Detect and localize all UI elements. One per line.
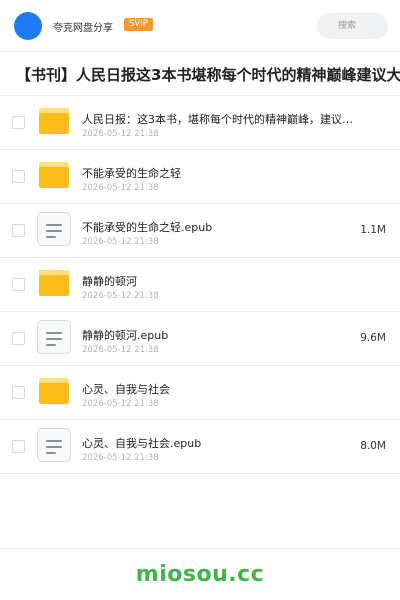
item-checkbox[interactable] bbox=[12, 170, 25, 183]
list-item[interactable]: 静静的顿河 2026-05-12 21:38 bbox=[0, 258, 400, 312]
item-date: 2026-05-12 21:38 bbox=[82, 237, 159, 247]
item-date: 2026-05-12 21:38 bbox=[82, 453, 159, 463]
folder-icon bbox=[39, 378, 69, 404]
item-checkbox[interactable] bbox=[12, 278, 25, 291]
item-size: 9.6M bbox=[360, 332, 386, 344]
item-name[interactable]: 心灵、自我与社会.epub bbox=[82, 435, 352, 451]
search-input[interactable]: 搜索 bbox=[317, 13, 388, 39]
item-checkbox[interactable] bbox=[12, 440, 25, 453]
item-date: 2026-05-12 21:38 bbox=[82, 129, 159, 139]
folder-icon bbox=[39, 162, 69, 188]
header-bar: 夸克网盘分享 SVIP 搜索 bbox=[0, 0, 400, 52]
list-item[interactable]: 人民日报：这3本书，堪称每个时代的精神巅峰，建议大家收藏 2026-05-12 … bbox=[0, 96, 400, 150]
list-item[interactable]: 静静的顿河.epub 2026-05-12 21:38 9.6M bbox=[0, 312, 400, 366]
list-item[interactable]: 不能承受的生命之轻.epub 2026-05-12 21:38 1.1M bbox=[0, 204, 400, 258]
user-name[interactable]: 夸克网盘分享 bbox=[53, 19, 113, 34]
file-list: 人民日报：这3本书，堪称每个时代的精神巅峰，建议大家收藏 2026-05-12 … bbox=[0, 96, 400, 474]
list-item[interactable]: 心灵、自我与社会 2026-05-12 21:38 bbox=[0, 366, 400, 420]
item-checkbox[interactable] bbox=[12, 224, 25, 237]
item-checkbox[interactable] bbox=[12, 386, 25, 399]
item-name[interactable]: 静静的顿河 bbox=[82, 273, 352, 289]
folder-icon bbox=[39, 270, 69, 296]
item-date: 2026-05-12 21:38 bbox=[82, 291, 159, 301]
search-placeholder: 搜索 bbox=[337, 21, 356, 31]
item-name[interactable]: 心灵、自我与社会 bbox=[82, 381, 352, 397]
svip-badge: SVIP bbox=[124, 18, 153, 31]
item-date: 2026-05-12 21:38 bbox=[82, 183, 159, 193]
item-date: 2026-05-12 21:38 bbox=[82, 399, 159, 409]
item-checkbox[interactable] bbox=[12, 332, 25, 345]
list-item[interactable]: 心灵、自我与社会.epub 2026-05-12 21:38 8.0M bbox=[0, 420, 400, 474]
document-icon bbox=[37, 320, 71, 354]
list-item[interactable]: 不能承受的生命之轻 2026-05-12 21:38 bbox=[0, 150, 400, 204]
item-name[interactable]: 不能承受的生命之轻.epub bbox=[82, 219, 352, 235]
item-name[interactable]: 不能承受的生命之轻 bbox=[82, 165, 352, 181]
item-checkbox[interactable] bbox=[12, 116, 25, 129]
item-name[interactable]: 人民日报：这3本书，堪称每个时代的精神巅峰，建议大家收藏 bbox=[82, 111, 362, 127]
page-title: 【书刊】人民日报这3本书堪称每个时代的精神巅峰建议大家 bbox=[16, 66, 400, 84]
divider bbox=[0, 548, 400, 549]
item-date: 2026-05-12 21:38 bbox=[82, 345, 159, 355]
item-size: 1.1M bbox=[360, 224, 386, 236]
document-icon bbox=[37, 428, 71, 462]
avatar[interactable] bbox=[14, 12, 42, 40]
folder-icon bbox=[39, 108, 69, 134]
watermark: miosou.cc bbox=[135, 562, 265, 587]
document-icon bbox=[37, 212, 71, 246]
item-name[interactable]: 静静的顿河.epub bbox=[82, 327, 352, 343]
item-size: 8.0M bbox=[360, 440, 386, 452]
